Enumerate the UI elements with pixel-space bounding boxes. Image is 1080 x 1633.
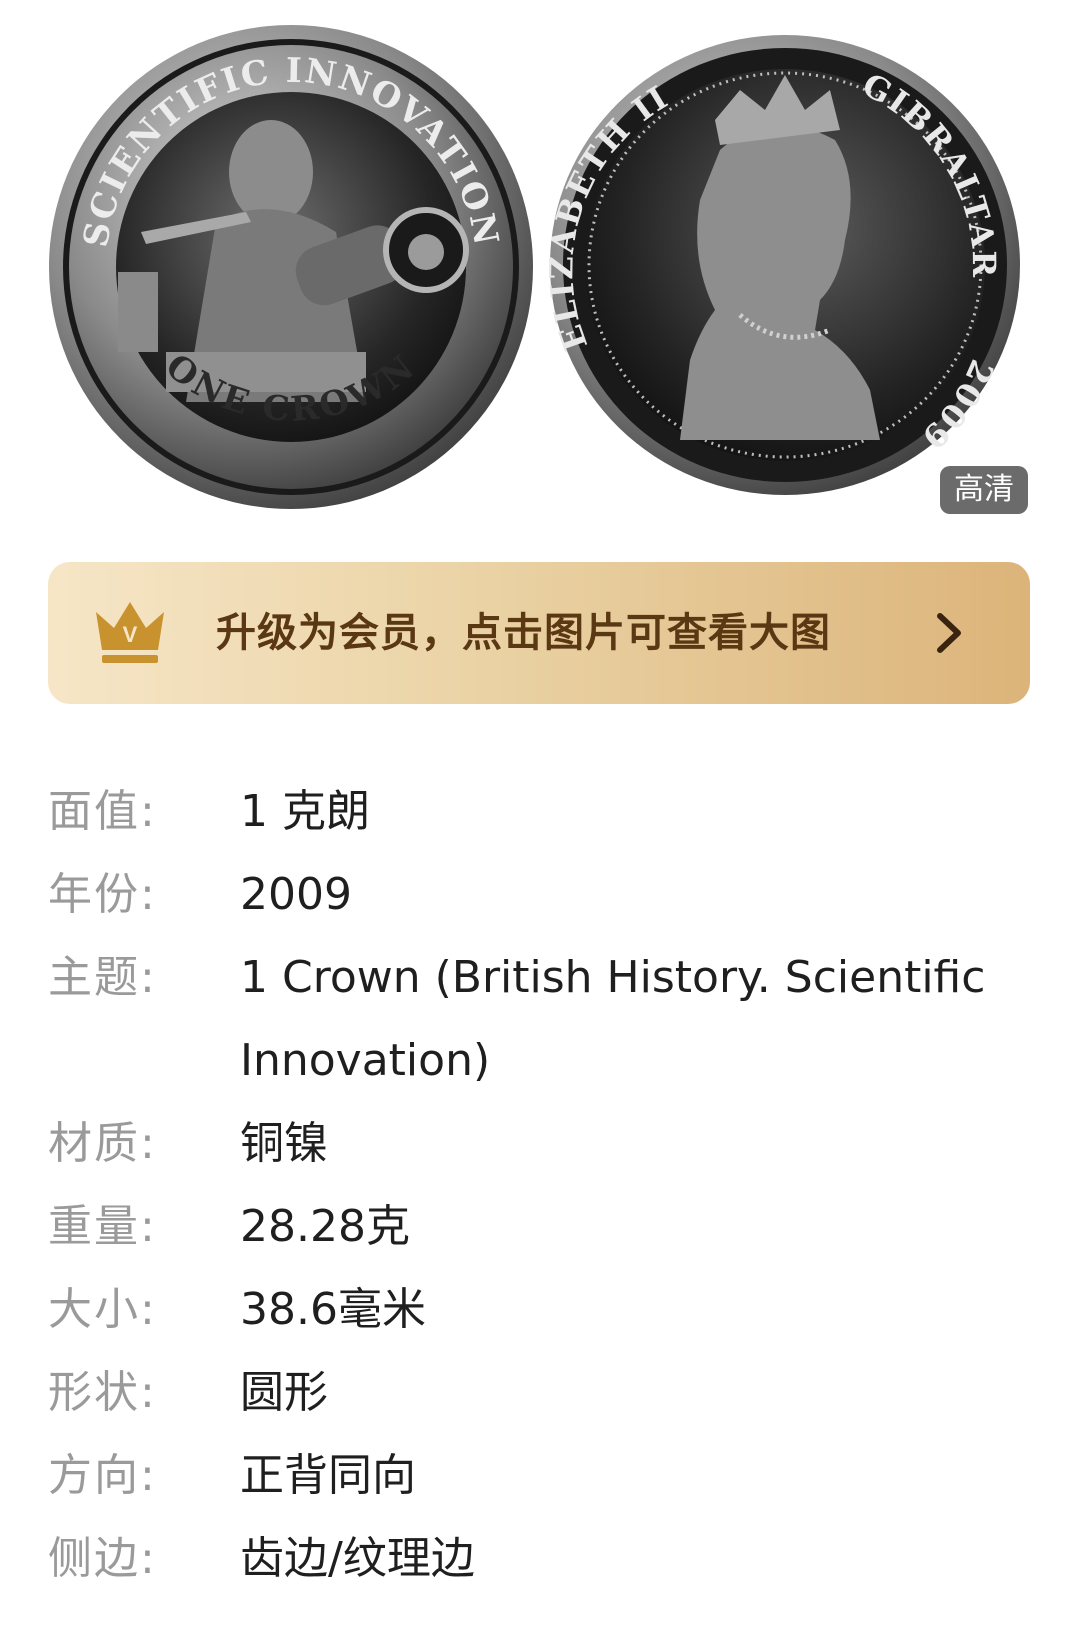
spec-value: 铜镍 (240, 1118, 328, 1169)
vip-banner-text: 升级为会员，点击图片可查看大图 (216, 610, 831, 656)
spec-value: 圆形 (240, 1367, 328, 1418)
spec-label: 大小: (48, 1284, 157, 1335)
crown-icon: V (96, 602, 164, 663)
spec-label: 形状: (48, 1367, 157, 1418)
spec-value: 1 克朗 (240, 786, 370, 837)
spec-row-edge: 侧边: 齿边/纹理边 (48, 1517, 1038, 1600)
spec-label: 材质: (48, 1118, 157, 1169)
coin-image[interactable]: SCIENTIFIC INNOVATION ONE CROWN ELIZABET… (0, 0, 1080, 530)
chevron-right-icon[interactable] (934, 610, 964, 656)
spec-value: 正背同向 (240, 1450, 416, 1501)
spec-label: 方向: (48, 1450, 157, 1501)
spec-label: 年份: (48, 869, 157, 920)
spec-row-denomination: 面值: 1 克朗 (48, 770, 1038, 853)
spec-label: 面值: (48, 786, 157, 837)
spec-row-material: 材质: 铜镍 (48, 1102, 1038, 1185)
coin-specs-list: 面值: 1 克朗 年份: 2009 主题: 1 Crown (British H… (48, 770, 1038, 1600)
vip-upgrade-banner[interactable]: V 升级为会员，点击图片可查看大图 (48, 562, 1030, 704)
spec-row-orientation: 方向: 正背同向 (48, 1434, 1038, 1517)
spec-value: 1 Crown (British History. Scientific Inn… (240, 952, 986, 1086)
spec-value: 38.6毫米 (240, 1284, 426, 1335)
spec-row-year: 年份: 2009 (48, 853, 1038, 936)
spec-row-theme: 主题: 1 Crown (British History. Scientific… (48, 936, 1038, 1102)
spec-row-shape: 形状: 圆形 (48, 1351, 1038, 1434)
hd-badge[interactable]: 高清 (940, 466, 1028, 514)
spec-label: 主题: (48, 952, 157, 1003)
spec-row-weight: 重量: 28.28克 (48, 1185, 1038, 1268)
coin-reverse-image[interactable]: ELIZABETH II GIBRALTAR 2009 (540, 30, 1030, 500)
spec-label: 侧边: (48, 1533, 157, 1584)
crown-letter: V (123, 622, 138, 647)
coin-obverse-image[interactable]: SCIENTIFIC INNOVATION ONE CROWN (46, 22, 536, 512)
spec-value: 齿边/纹理边 (240, 1533, 475, 1584)
spec-value: 28.28克 (240, 1201, 410, 1252)
spec-row-size: 大小: 38.6毫米 (48, 1268, 1038, 1351)
spec-label: 重量: (48, 1201, 157, 1252)
spec-value: 2009 (240, 869, 352, 920)
